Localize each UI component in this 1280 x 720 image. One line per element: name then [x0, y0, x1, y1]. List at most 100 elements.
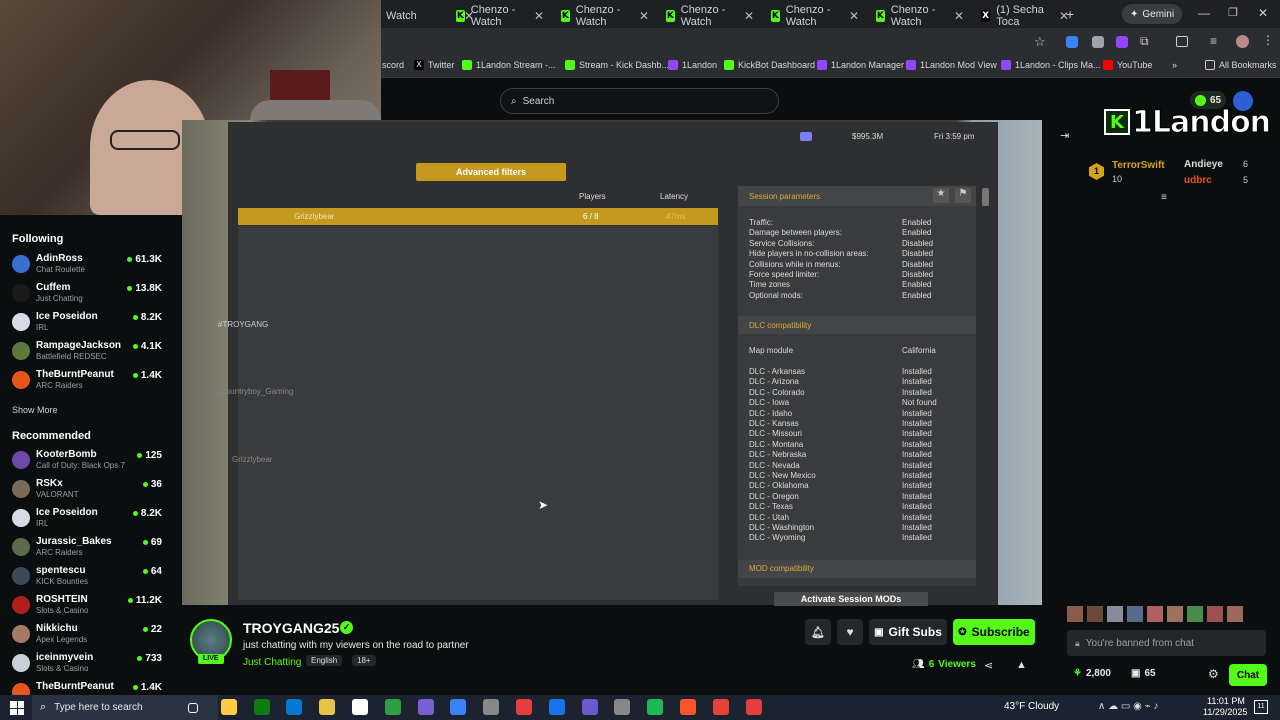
notifications-button[interactable]: 🔔︎: [805, 619, 831, 645]
settings-gear-icon[interactable]: [352, 699, 368, 715]
server-row[interactable]: [238, 328, 718, 346]
server-row[interactable]: [238, 413, 718, 431]
app-icon[interactable]: [516, 699, 532, 715]
brave-icon[interactable]: [680, 699, 696, 715]
spotify-icon[interactable]: [647, 699, 664, 715]
server-row[interactable]: [238, 311, 718, 329]
server-row[interactable]: [238, 464, 718, 482]
twitch-extension-icon[interactable]: [1116, 36, 1128, 48]
server-row[interactable]: [238, 566, 718, 584]
bookmark-twitter[interactable]: X Twitter: [414, 60, 455, 70]
browser-tab[interactable]: K Chenzo - Watch ✕: [870, 4, 970, 28]
sidebar-channel[interactable]: Ice Poseidon IRL 8.2K: [12, 505, 162, 533]
close-tab-icon[interactable]: ✕: [639, 9, 649, 23]
weather-widget[interactable]: 43°F Cloudy: [1004, 701, 1059, 712]
bookmark-kickbot[interactable]: KickBot Dashboard: [724, 60, 815, 70]
profile-avatar[interactable]: [1236, 35, 1249, 48]
gift-subs-button[interactable]: ▣ Gift Subs: [869, 619, 947, 645]
sidebar-channel[interactable]: ROSHTEIN Slots & Casino 11.2K: [12, 592, 162, 620]
server-row[interactable]: [238, 379, 718, 397]
server-row[interactable]: [238, 532, 718, 550]
sidebar-channel[interactable]: iceinmyvein Slots & Casino 733: [12, 650, 162, 678]
nvidia-icon[interactable]: [417, 699, 434, 715]
sidebar-channel[interactable]: RampageJackson Battlefield REDSEC 4.1K: [12, 338, 162, 366]
show-more-link[interactable]: Show More: [12, 405, 58, 415]
app-icon[interactable]: [745, 699, 762, 715]
sidebar-icon[interactable]: [1176, 36, 1188, 47]
report-icon[interactable]: ▲: [1016, 659, 1027, 671]
server-row[interactable]: [238, 362, 718, 380]
browser-tab[interactable]: X (1) Secha Toca ✕: [975, 4, 1075, 28]
follow-button[interactable]: ♥: [837, 619, 863, 645]
close-tab-icon[interactable]: ✕: [534, 9, 544, 23]
store-icon[interactable]: [384, 699, 401, 715]
server-row[interactable]: [238, 345, 718, 363]
browser-tab[interactable]: K Chenzo - Watch ✕: [555, 4, 655, 28]
file-explorer-icon[interactable]: [319, 699, 336, 715]
task-view-icon[interactable]: [188, 703, 198, 713]
server-row[interactable]: [238, 447, 718, 465]
close-tab-icon[interactable]: ✕: [849, 9, 859, 23]
sidebar-channel[interactable]: Nikkichu Apex Legends 22: [12, 621, 162, 649]
tag-english[interactable]: English: [306, 655, 343, 666]
discord-icon[interactable]: [581, 699, 598, 715]
bookmark-star-icon[interactable]: ☆: [1034, 34, 1046, 50]
all-bookmarks[interactable]: All Bookmarks: [1205, 60, 1277, 70]
windows-start-icon[interactable]: [10, 701, 24, 715]
sidebar-channel[interactable]: Ice Poseidon IRL 8.2K: [12, 309, 162, 337]
server-row[interactable]: [238, 481, 718, 499]
maximize-button[interactable]: ❐: [1228, 6, 1238, 19]
server-row[interactable]: [238, 277, 718, 295]
browser-tab[interactable]: K Chenzo - Watch ✕: [765, 4, 865, 28]
app-icon[interactable]: [548, 699, 565, 715]
sidebar-channel[interactable]: AdinRoss Chat Roulette 61.3K: [12, 251, 162, 279]
chrome-icon[interactable]: [712, 699, 729, 715]
browser-tab[interactable]: K Chenzo - Watch ✕: [660, 4, 760, 28]
subs-display[interactable]: ▣ 65: [1131, 668, 1156, 679]
sidebar-channel[interactable]: TheBurntPeanut ARC Raiders 1.4K: [12, 367, 162, 395]
minimize-button[interactable]: —: [1198, 6, 1210, 20]
gemini-button[interactable]: ✦ Gemini: [1122, 4, 1183, 24]
server-row[interactable]: [238, 583, 718, 601]
clock-time[interactable]: 11:01 PM: [1207, 696, 1245, 706]
server-row[interactable]: [238, 430, 718, 448]
server-row[interactable]: [238, 226, 718, 244]
clock-date[interactable]: 11/29/2025: [1203, 707, 1247, 717]
app-icon[interactable]: [450, 699, 467, 715]
extensions-puzzle-icon[interactable]: ⧉: [1140, 34, 1149, 49]
sidebar-channel[interactable]: spentescu KICK Bounties 64: [12, 563, 162, 591]
close-tab-icon[interactable]: ✕: [954, 9, 964, 23]
server-row[interactable]: [238, 549, 718, 567]
calculator-icon[interactable]: [483, 699, 500, 715]
bookmark-1landon[interactable]: 1Landon: [668, 60, 717, 70]
chat-settings-icon[interactable]: ⚙: [1208, 667, 1219, 681]
extension-icon[interactable]: [1066, 36, 1078, 48]
theater-mode-icon[interactable]: ⇥: [1060, 129, 1069, 142]
tag-18-plus[interactable]: 18+: [352, 655, 376, 666]
chat-send-button[interactable]: Chat: [1229, 664, 1267, 686]
bookmark-1landon-mod-view[interactable]: 1Landon Mod View: [906, 60, 997, 70]
browser-tab[interactable]: K Chenzo - Watch ✕: [450, 4, 550, 28]
sidebar-channel[interactable]: KooterBomb Call of Duty: Black Ops 7 125: [12, 447, 162, 475]
bookmark-1landon-stream[interactable]: 1Landon Stream -...: [462, 60, 556, 70]
more-bookmarks-chevron-icon[interactable]: »: [1172, 60, 1177, 70]
advanced-filters-button[interactable]: Advanced filters: [416, 163, 566, 181]
bookmark-clips-manager[interactable]: 1Landon - Clips Ma...: [1001, 60, 1101, 70]
app-icon[interactable]: [614, 699, 631, 715]
xbox-icon[interactable]: [253, 699, 270, 715]
extension-icon[interactable]: [1092, 36, 1104, 48]
server-row[interactable]: [238, 243, 718, 261]
stream-category[interactable]: Just Chatting: [243, 657, 301, 668]
server-row[interactable]: [238, 498, 718, 516]
sidebar-channel[interactable]: RSKx VALORANT 36: [12, 476, 162, 504]
server-row[interactable]: [238, 294, 718, 312]
points-display[interactable]: ⚘ 2,800: [1073, 668, 1111, 679]
leaderboard-user[interactable]: udbrc: [1184, 175, 1212, 186]
server-row-selected[interactable]: Grizzlybear 6 / 8 47ms: [238, 208, 718, 225]
notification-icon[interactable]: 11: [1254, 700, 1268, 714]
close-tab-icon[interactable]: ✕: [744, 9, 754, 23]
server-row[interactable]: [238, 396, 718, 414]
bookmark-youtube[interactable]: YouTube: [1103, 60, 1152, 70]
copilot-icon[interactable]: [220, 699, 237, 715]
activate-session-mods-button[interactable]: Activate Session MODs: [774, 592, 928, 606]
